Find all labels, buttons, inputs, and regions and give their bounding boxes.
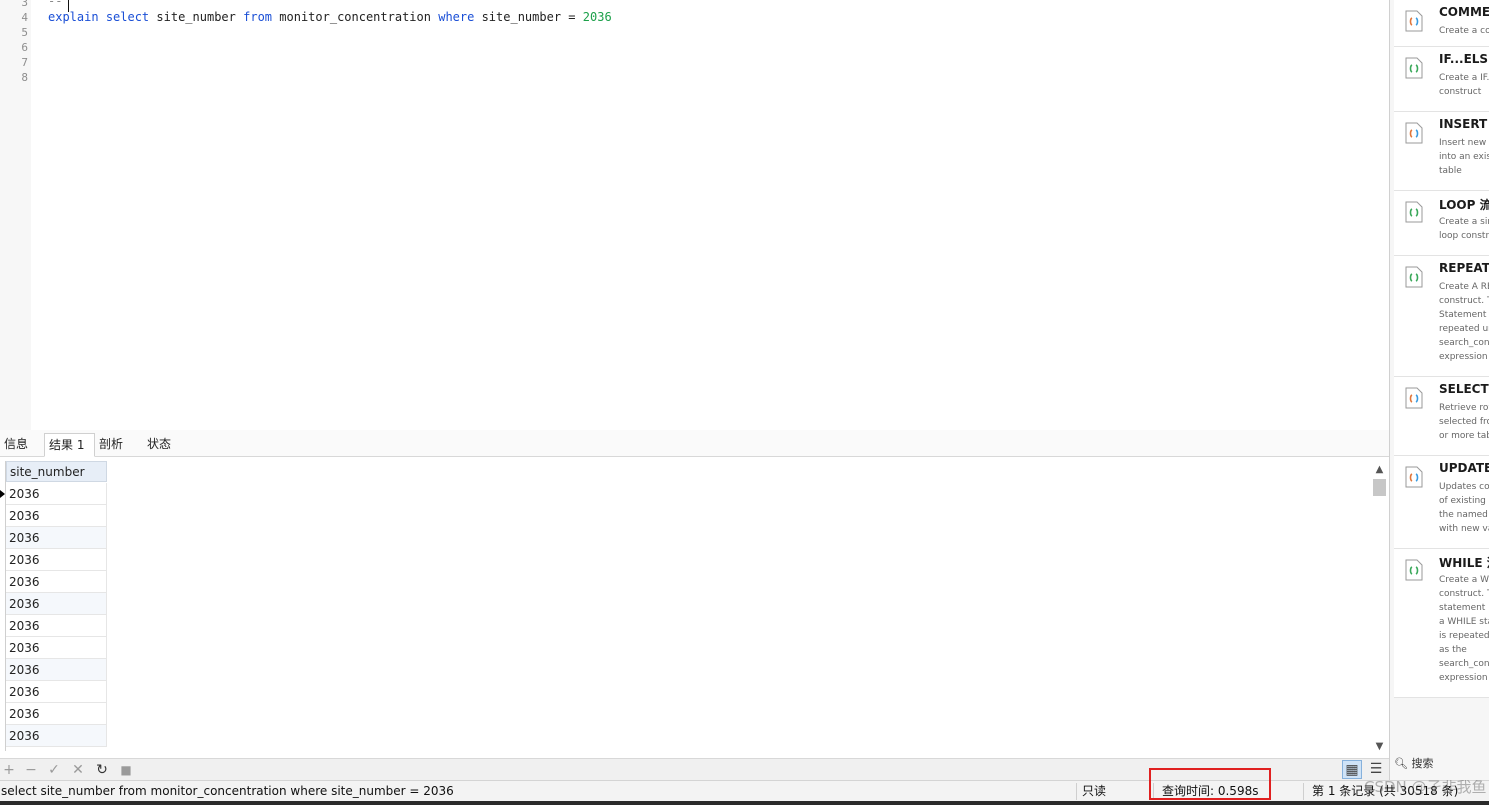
grid-view-icon[interactable]: ▦ [1342, 760, 1362, 779]
refresh-icon[interactable]: ↻ [93, 761, 111, 779]
line-number: 5 [21, 26, 28, 39]
snippet-description: Create a sim loop constr [1439, 217, 1489, 241]
line-number: 8 [21, 71, 28, 84]
sql-number: 2036 [582, 10, 612, 24]
status-readonly: 只读 [1082, 784, 1107, 798]
snippet-item[interactable]: REPEAT Create A RE construct. T Statemen… [1394, 256, 1489, 377]
table-row[interactable]: 2036 [6, 659, 107, 681]
annotation-highlight-box [1149, 768, 1271, 800]
table-row[interactable]: 2036 [6, 703, 107, 725]
sql-keyword: explain [48, 10, 99, 24]
table-row[interactable]: 2036 [6, 615, 107, 637]
column-header-site-number[interactable]: site_number [6, 461, 107, 482]
snippet-description: Create a WH construct. T statement li a … [1439, 575, 1489, 683]
search-label: 搜索 [1411, 757, 1434, 770]
apply-changes-icon[interactable]: ✓ [45, 761, 63, 779]
table-row[interactable]: 2036 [6, 593, 107, 615]
table-row[interactable]: 2036 [6, 505, 107, 527]
snippet-description: Create a co [1439, 26, 1489, 36]
snippet-file-icon [1405, 387, 1423, 409]
result-grid[interactable]: site_number 2036 2036 2036 2036 2036 203… [0, 461, 1389, 754]
snippet-file-icon [1405, 122, 1423, 144]
table-row[interactable]: 2036 [6, 483, 107, 505]
sql-statement-line[interactable]: explain select site_number from monitor_… [48, 10, 612, 25]
status-divider [1303, 783, 1304, 800]
table-row[interactable]: 2036 [6, 725, 107, 747]
snippet-search[interactable]: 🔍︎ 搜索 [1394, 754, 1489, 774]
snippet-description: Updates co of existing r the named with … [1439, 482, 1489, 534]
snippet-file-icon [1405, 201, 1423, 223]
status-query-text: select site_number from monitor_concentr… [1, 784, 454, 798]
sql-identifier: site_number [156, 10, 236, 24]
line-number-gutter: 3 4 5 6 7 8 [0, 0, 31, 430]
sql-identifier: site_number [481, 10, 562, 24]
add-record-icon[interactable]: + [0, 761, 18, 779]
status-divider [1076, 783, 1077, 800]
sql-keyword: where [438, 10, 475, 24]
table-row[interactable]: 2036 [6, 681, 107, 703]
snippet-description: Create a IF... construct [1439, 73, 1489, 97]
stop-icon[interactable]: ■ [117, 761, 135, 779]
snippet-item[interactable]: WHILE 流 Create a WH construct. T stateme… [1394, 549, 1489, 698]
delete-record-icon[interactable]: − [22, 761, 40, 779]
line-number: 7 [21, 56, 28, 69]
sql-keyword: select [105, 10, 150, 24]
results-tabbar: 信息 结果 1 剖析 状态 [0, 430, 1389, 457]
tab-result-1[interactable]: 结果 1 [44, 433, 95, 457]
sql-identifier: monitor_concentration [279, 10, 431, 24]
snippet-item[interactable]: COMME Create a co [1394, 0, 1489, 47]
table-row[interactable]: 2036 [6, 549, 107, 571]
tab-info[interactable]: 信息 [0, 433, 32, 455]
line-number: 3 [21, 0, 28, 9]
scroll-down-icon[interactable]: ▼ [1372, 740, 1387, 754]
snippet-item[interactable]: IF...ELSE. Create a IF... construct [1394, 47, 1489, 112]
table-row[interactable]: 2036 [6, 527, 107, 549]
snippet-title: UPDATE [1439, 461, 1489, 475]
snippet-description: Insert new r into an exis table [1439, 138, 1489, 176]
snippet-description: Create A RE construct. T Statement li re… [1439, 282, 1489, 362]
tab-profile[interactable]: 剖析 [95, 433, 127, 455]
snippet-item[interactable]: SELECT S Retrieve row selected fro or mo… [1394, 377, 1489, 456]
snippet-item[interactable]: LOOP 流 Create a sim loop constr [1394, 191, 1489, 256]
snippet-title: WHILE 流 [1439, 556, 1489, 570]
snippet-description: Retrieve row selected fro or more tab [1439, 403, 1489, 441]
current-row-arrow-icon [0, 490, 5, 498]
snippet-title: INSERT S [1439, 117, 1489, 131]
search-icon: 🔍︎ [1394, 757, 1408, 770]
table-row[interactable]: 2036 [6, 571, 107, 593]
discard-changes-icon[interactable]: ✕ [69, 761, 87, 779]
snippet-item[interactable]: UPDATE Updates co of existing r the name… [1394, 456, 1489, 549]
snippet-title: REPEAT [1439, 261, 1489, 275]
scrollbar-thumb[interactable] [1373, 479, 1386, 496]
line-number: 6 [21, 41, 28, 54]
snippet-file-icon [1405, 559, 1423, 581]
sql-operator: = [568, 10, 576, 24]
snippet-panel: COMME Create a co IF...ELSE. Create a IF… [1390, 0, 1489, 780]
snippet-file-icon [1405, 266, 1423, 288]
line-number: 4 [21, 11, 28, 24]
scroll-up-icon[interactable]: ▲ [1372, 463, 1387, 477]
sql-editor[interactable]: 3 4 5 6 7 8 -- explain select site_numbe… [0, 0, 1389, 430]
sql-keyword: from [243, 10, 273, 24]
window-bottom-edge [0, 801, 1489, 805]
table-row[interactable]: 2036 [6, 637, 107, 659]
results-pane: 信息 结果 1 剖析 状态 site_number 2036 2036 2036… [0, 430, 1389, 758]
snippet-item[interactable]: INSERT S Insert new r into an exis table [1394, 112, 1489, 191]
tab-status[interactable]: 状态 [143, 433, 175, 455]
comment-line: -- [48, 0, 70, 8]
snippet-title: COMME [1439, 5, 1489, 19]
snippet-title: SELECT S [1439, 382, 1489, 396]
snippet-file-icon [1405, 57, 1423, 79]
vertical-scrollbar[interactable]: ▲ ▼ [1372, 461, 1387, 754]
snippet-title: IF...ELSE. [1439, 52, 1489, 66]
snippet-title: LOOP 流 [1439, 198, 1489, 212]
snippet-file-icon [1405, 10, 1423, 32]
snippet-file-icon [1405, 466, 1423, 488]
